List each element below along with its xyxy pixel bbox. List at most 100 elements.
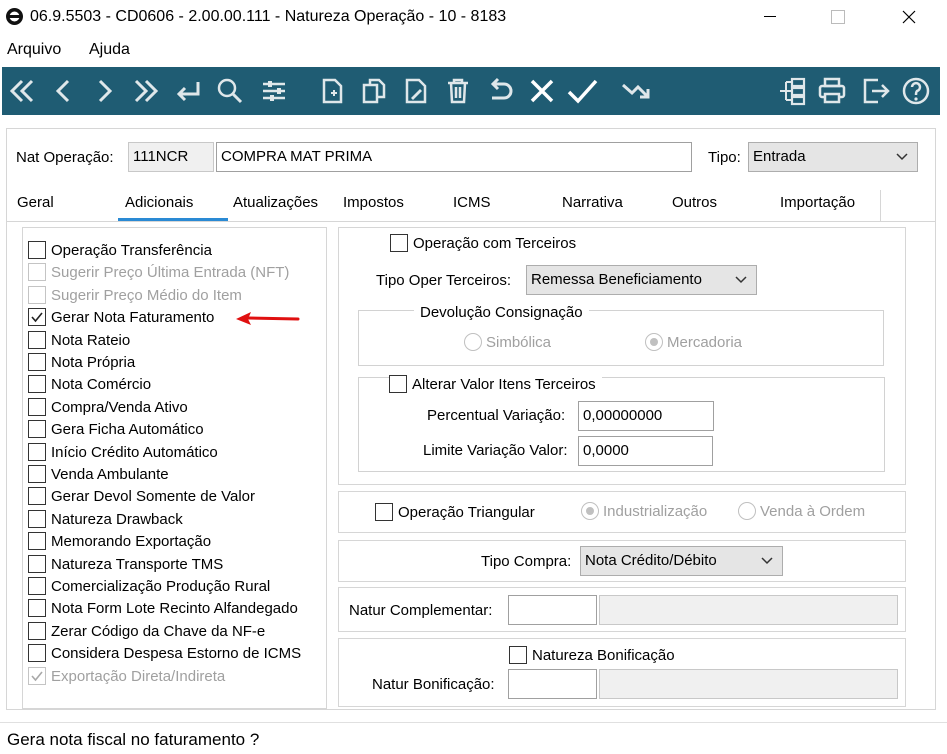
option-label: Início Crédito Automático [51, 443, 218, 461]
option-label: Operação Transferência [51, 241, 212, 259]
alterar-valor-label: Alterar Valor Itens Terceiros [412, 375, 596, 393]
option-checkbox[interactable]: Nota Form Lote Recinto Alfandegado [28, 598, 298, 618]
natureza-bonificacao-checkbox[interactable]: Natureza Bonificação [509, 645, 675, 665]
checkbox[interactable] [28, 555, 46, 573]
operacao-terceiros-checkbox[interactable]: Operação com Terceiros [390, 233, 576, 253]
next-icon[interactable] [88, 75, 120, 107]
tab-impostos[interactable]: Impostos [343, 194, 404, 211]
option-checkbox[interactable]: Zerar Código da Chave da NF-e [28, 621, 265, 641]
option-checkbox[interactable]: Natureza Transporte TMS [28, 554, 223, 574]
radio-mercadoria[interactable]: Mercadoria [645, 333, 742, 351]
checkbox[interactable] [28, 308, 46, 326]
close-window-button[interactable] [886, 0, 932, 34]
checkbox[interactable] [28, 532, 46, 550]
radio-simbolica[interactable]: Simbólica [464, 333, 551, 351]
checkbox[interactable] [28, 353, 46, 371]
checkbox[interactable] [28, 375, 46, 393]
option-checkbox[interactable]: Considera Despesa Estorno de ICMS [28, 643, 301, 663]
help-icon[interactable] [900, 75, 932, 107]
alterar-valor-checkbox[interactable]: Alterar Valor Itens Terceiros [389, 374, 602, 394]
option-checkbox[interactable]: Gerar Devol Somente de Valor [28, 486, 255, 506]
confirm-icon[interactable] [566, 75, 598, 107]
checkbox[interactable] [28, 331, 46, 349]
checkbox[interactable] [28, 487, 46, 505]
radio-industrializacao[interactable]: Industrialização [581, 502, 707, 520]
last-icon[interactable] [130, 75, 162, 107]
checkbox[interactable] [28, 622, 46, 640]
tab-outros[interactable]: Outros [672, 194, 717, 211]
option-checkbox[interactable]: Venda Ambulante [28, 464, 169, 484]
checkbox[interactable] [28, 577, 46, 595]
tipo-oper-terceiros-select[interactable]: Remessa Beneficiamento [526, 265, 757, 295]
minimize-button[interactable] [747, 0, 793, 34]
radio-venda-ordem[interactable]: Venda à Ordem [738, 502, 865, 520]
natur-complementar-desc-field[interactable] [599, 595, 898, 625]
tab-adicionais[interactable]: Adicionais [125, 194, 193, 211]
limite-variacao-field[interactable]: 0,0000 [578, 436, 713, 466]
new-icon[interactable] [316, 75, 348, 107]
tab-icms[interactable]: ICMS [453, 194, 491, 211]
percentual-variacao-field[interactable]: 0,00000000 [578, 401, 714, 431]
checkbox[interactable] [28, 398, 46, 416]
option-checkbox[interactable]: Comercialização Produção Rural [28, 576, 270, 596]
print-icon[interactable] [816, 75, 848, 107]
nat-operacao-code-field[interactable]: 111NCR [128, 142, 214, 172]
checkbox[interactable] [28, 465, 46, 483]
delete-icon[interactable] [442, 75, 474, 107]
tab-geral[interactable]: Geral [17, 194, 54, 211]
goto-icon[interactable] [172, 75, 204, 107]
checkbox[interactable] [28, 644, 46, 662]
option-checkbox[interactable]: Gerar Nota Faturamento [28, 307, 214, 327]
option-checkbox[interactable]: Operação Transferência [28, 240, 212, 260]
checkbox[interactable] [390, 234, 408, 252]
natur-bonificacao-code-field[interactable] [508, 669, 597, 699]
tab-narrativa[interactable]: Narrativa [562, 194, 623, 211]
radio-button[interactable] [581, 502, 599, 520]
previous-icon[interactable] [48, 75, 80, 107]
checkbox[interactable] [389, 375, 407, 393]
menu-arquivo[interactable]: Arquivo [7, 41, 61, 59]
checkbox[interactable] [28, 599, 46, 617]
radio-button[interactable] [645, 333, 663, 351]
operacao-triangular-checkbox[interactable]: Operação Triangular [375, 502, 535, 522]
red-arrow-annotation [236, 312, 300, 325]
option-checkbox[interactable]: Compra/Venda Ativo [28, 397, 188, 417]
copy-icon[interactable] [358, 75, 390, 107]
menu-ajuda[interactable]: Ajuda [89, 41, 130, 59]
option-checkbox[interactable]: Nota Própria [28, 352, 135, 372]
tipo-compra-select[interactable]: Nota Crédito/Débito [580, 546, 783, 576]
tab-importacao[interactable]: Importação [780, 194, 855, 211]
natur-complementar-code-field[interactable] [508, 595, 597, 625]
undo-icon[interactable] [484, 75, 516, 107]
filter-icon[interactable] [258, 75, 290, 107]
option-checkbox[interactable]: Memorando Exportação [28, 531, 211, 551]
checkbox[interactable] [28, 420, 46, 438]
checkbox[interactable] [28, 510, 46, 528]
option-checkbox[interactable]: Início Crédito Automático [28, 442, 218, 462]
checkbox[interactable] [509, 646, 527, 664]
maximize-button[interactable] [815, 0, 861, 34]
checkmark-icon [31, 671, 43, 682]
option-checkbox[interactable]: Gera Ficha Automático [28, 419, 204, 439]
first-icon[interactable] [6, 75, 38, 107]
option-checkbox[interactable]: Nota Rateio [28, 330, 130, 350]
option-checkbox[interactable]: Natureza Drawback [28, 509, 183, 529]
radio-button[interactable] [464, 333, 482, 351]
checkbox[interactable] [28, 443, 46, 461]
tipo-select[interactable]: Entrada [748, 142, 918, 172]
natur-bonificacao-desc-field[interactable] [599, 669, 898, 699]
structure-icon[interactable] [776, 75, 808, 107]
edit-icon[interactable] [400, 75, 432, 107]
radio-button[interactable] [738, 502, 756, 520]
option-checkbox[interactable]: Nota Comércio [28, 374, 151, 394]
limite-variacao-label: Limite Variação Valor: [423, 442, 568, 459]
tab-atualizacoes[interactable]: Atualizações [233, 194, 318, 211]
nat-operacao-desc-field[interactable]: COMPRA MAT PRIMA [216, 142, 692, 172]
zoom-icon[interactable] [620, 75, 652, 107]
radio-mercadoria-label: Mercadoria [667, 333, 743, 351]
checkbox[interactable] [375, 503, 393, 521]
search-icon[interactable] [214, 75, 246, 107]
exit-icon[interactable] [860, 75, 892, 107]
checkbox[interactable] [28, 241, 46, 259]
cancel-icon[interactable] [526, 75, 558, 107]
